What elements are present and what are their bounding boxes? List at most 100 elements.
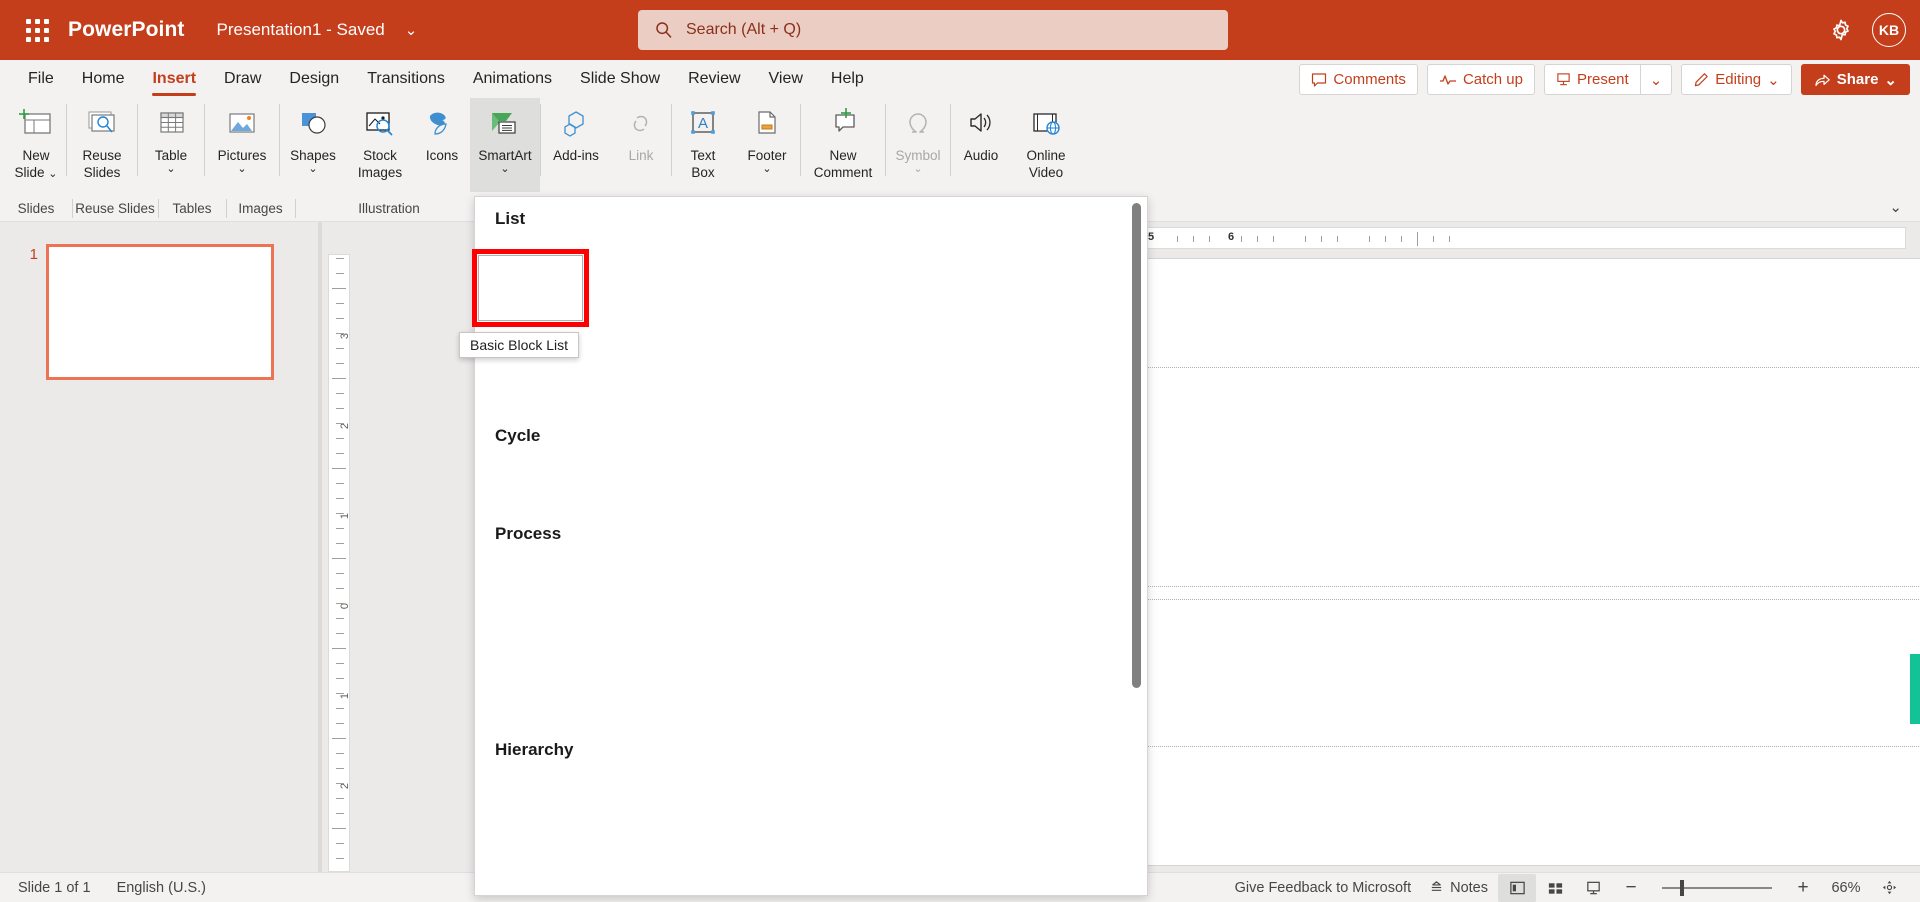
footer-label: Footer [747, 148, 787, 163]
vruler-tick [336, 363, 344, 364]
pictures-button[interactable]: Pictures ⌄ [205, 98, 279, 192]
pictures-icon [223, 102, 261, 146]
zoom-level-label[interactable]: 66% [1822, 880, 1870, 896]
addins-button[interactable]: Add-ins [541, 98, 611, 192]
smartart-basic-block-list-tile[interactable] [478, 255, 583, 321]
hruler-tick [1433, 236, 1434, 242]
tab-home[interactable]: Home [68, 60, 139, 98]
settings-gear-icon[interactable] [1828, 17, 1854, 43]
vruler-number-1-top: 1 [339, 512, 351, 520]
hruler-tick [1193, 236, 1194, 242]
notes-button[interactable]: Notes [1429, 880, 1488, 896]
online-video-button[interactable]: Online Video [1011, 98, 1081, 192]
ribbon-collapse-chevron-down-icon[interactable]: ⌄ [1889, 198, 1902, 216]
new-slide-button[interactable]: New Slide ⌄ [6, 98, 66, 192]
audio-icon [962, 102, 1000, 146]
tab-view[interactable]: View [755, 60, 817, 98]
smartart-panel-scrollbar[interactable] [1132, 203, 1141, 688]
vruler-tick [332, 738, 346, 739]
icons-button[interactable]: Icons [414, 98, 470, 192]
tab-review[interactable]: Review [674, 60, 754, 98]
stock-images-icon [361, 102, 399, 146]
title-bar: PowerPoint Presentation1 - Saved ⌄ Searc… [0, 0, 1920, 60]
tab-design[interactable]: Design [275, 60, 353, 98]
tab-insert[interactable]: Insert [138, 60, 210, 98]
app-launcher-icon[interactable] [14, 18, 60, 42]
avatar[interactable]: KB [1872, 13, 1906, 47]
tab-draw[interactable]: Draw [210, 60, 275, 98]
give-feedback-link[interactable]: Give Feedback to Microsoft [1235, 880, 1412, 896]
stock-images-button[interactable]: Stock Images [346, 98, 414, 192]
footer-button[interactable]: Footer ⌄ [734, 98, 800, 192]
online-video-icon [1027, 102, 1065, 146]
normal-view-icon [1509, 881, 1525, 894]
titlebar-right-actions: KB [1828, 0, 1906, 60]
vertical-ruler[interactable]: 3 2 1 0 1 2 3 [328, 254, 351, 879]
footer-chevron-down-icon: ⌄ [762, 163, 772, 175]
search-input[interactable]: Search (Alt + Q) [638, 10, 1228, 50]
vruler-number-3-top: 3 [339, 332, 351, 340]
present-label: Present [1576, 71, 1629, 88]
symbol-button: Symbol ⌄ [886, 98, 950, 192]
tab-file[interactable]: File [14, 60, 68, 98]
new-comment-button[interactable]: New Comment [801, 98, 885, 192]
zoom-in-button[interactable]: + [1784, 874, 1822, 902]
search-icon [656, 22, 672, 38]
catch-up-label: Catch up [1462, 71, 1523, 88]
fit-to-window-button[interactable] [1870, 874, 1908, 902]
smartart-category-list: List [495, 209, 526, 228]
tab-slide-show[interactable]: Slide Show [566, 60, 674, 98]
editing-button[interactable]: Editing ⌄ [1681, 64, 1792, 95]
slide-count-status[interactable]: Slide 1 of 1 [18, 880, 91, 896]
document-title[interactable]: Presentation1 - Saved [217, 20, 385, 40]
ribbon-tab-bar: File Home Insert Draw Design Transitions… [0, 60, 1920, 98]
group-label-tables: Tables [172, 201, 212, 216]
table-button[interactable]: Table ⌄ [138, 98, 204, 192]
new-slide-label-2: Slide ⌄ [14, 165, 58, 180]
text-box-button[interactable]: A Text Box [672, 98, 734, 192]
app-name: PowerPoint [68, 18, 185, 41]
audio-label: Audio [963, 148, 999, 163]
language-status[interactable]: English (U.S.) [117, 880, 206, 896]
zoom-out-button[interactable]: − [1612, 874, 1650, 902]
status-right: Give Feedback to Microsoft Notes − + 66% [1235, 873, 1908, 902]
audio-button[interactable]: Audio [951, 98, 1011, 192]
reuse-slides-button[interactable]: Reuse Slides [67, 98, 137, 192]
present-dropdown-chevron-down-icon[interactable]: ⌄ [1639, 64, 1673, 95]
slide-thumbnail-1[interactable] [46, 244, 274, 380]
hruler-tick [1241, 236, 1242, 242]
zoom-slider[interactable] [1662, 874, 1772, 902]
catch-up-button[interactable]: Catch up [1426, 64, 1535, 95]
reading-view-button[interactable] [1574, 874, 1612, 902]
symbol-icon [899, 102, 937, 146]
group-label-illustration: Illustration [358, 201, 420, 216]
tab-animations[interactable]: Animations [459, 60, 566, 98]
share-button[interactable]: Share ⌄ [1800, 64, 1910, 95]
vruler-tick [336, 258, 344, 259]
vruler-tick [332, 558, 346, 559]
tab-help[interactable]: Help [817, 60, 878, 98]
zoom-slider-handle[interactable] [1680, 879, 1684, 896]
shapes-button[interactable]: Shapes ⌄ [280, 98, 346, 192]
new-comment-label-2: Comment [813, 165, 873, 180]
vruler-tick [336, 303, 344, 304]
title-chevron-down-icon[interactable]: ⌄ [405, 21, 418, 39]
tab-transitions[interactable]: Transitions [353, 60, 459, 98]
comments-button[interactable]: Comments [1299, 64, 1418, 95]
normal-view-button[interactable] [1498, 873, 1536, 902]
present-button[interactable]: Present [1543, 64, 1640, 95]
smartart-button[interactable]: SmartArt ⌄ [470, 98, 540, 192]
vruler-tick [332, 828, 346, 829]
search-placeholder-text: Search (Alt + Q) [686, 21, 802, 38]
online-video-label-2: Video [1028, 165, 1064, 180]
editing-label: Editing [1715, 71, 1762, 88]
online-video-label-1: Online [1026, 148, 1066, 163]
slide-sorter-button[interactable] [1536, 874, 1574, 902]
hruler-tick [1369, 236, 1370, 242]
pencil-icon [1695, 72, 1709, 86]
shapes-chevron-down-icon: ⌄ [308, 163, 318, 175]
vertical-scrollbar-thumb[interactable] [1910, 654, 1920, 724]
vruler-tick [336, 348, 344, 349]
vruler-tick [336, 708, 344, 709]
vruler-number-2-bottom: 2 [339, 782, 351, 790]
